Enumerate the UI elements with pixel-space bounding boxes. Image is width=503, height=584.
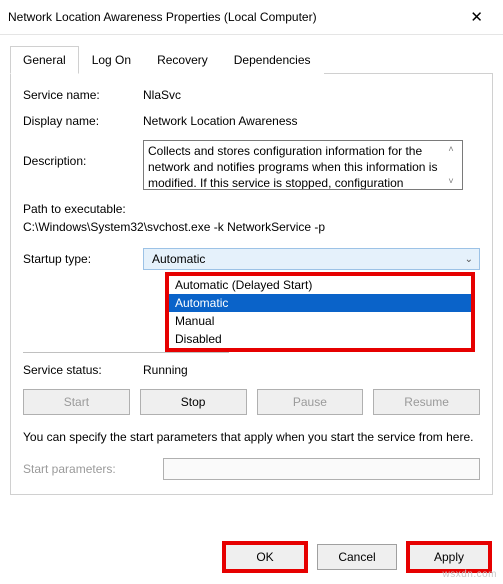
display-name-value: Network Location Awareness — [143, 114, 480, 128]
tab-logon[interactable]: Log On — [79, 46, 144, 74]
description-box: Collects and stores configuration inform… — [143, 140, 463, 190]
description-text: Collects and stores configuration inform… — [148, 143, 444, 187]
pause-button: Pause — [257, 389, 364, 415]
apply-button[interactable]: Apply — [409, 544, 489, 570]
startup-type-label: Startup type: — [23, 252, 143, 266]
titlebar: Network Location Awareness Properties (L… — [0, 0, 503, 35]
tab-strip: General Log On Recovery Dependencies — [10, 45, 493, 74]
description-label: Description: — [23, 140, 143, 168]
option-disabled[interactable]: Disabled — [169, 330, 471, 348]
tab-general[interactable]: General — [10, 46, 79, 74]
cancel-button[interactable]: Cancel — [317, 544, 397, 570]
scroll-up-icon[interactable]: ˄ — [448, 144, 453, 154]
resume-button: Resume — [373, 389, 480, 415]
watermark: wsxdn.com — [442, 569, 497, 580]
startup-type-value: Automatic — [152, 252, 205, 266]
option-manual[interactable]: Manual — [169, 312, 471, 330]
option-automatic-delayed[interactable]: Automatic (Delayed Start) — [169, 276, 471, 294]
tab-recovery[interactable]: Recovery — [144, 46, 221, 74]
start-button: Start — [23, 389, 130, 415]
start-params-input — [163, 458, 480, 480]
display-name-label: Display name: — [23, 114, 143, 128]
service-status-value: Running — [143, 363, 480, 377]
close-icon[interactable]: ✕ — [462, 8, 491, 26]
description-scrollbar[interactable]: ˄ ˅ — [444, 143, 458, 187]
service-name-value: NlaSvc — [143, 88, 480, 102]
dialog-footer: OK Cancel Apply — [225, 544, 489, 570]
start-params-hint: You can specify the start parameters tha… — [23, 429, 480, 446]
stop-button[interactable]: Stop — [140, 389, 247, 415]
window-title: Network Location Awareness Properties (L… — [8, 10, 317, 24]
option-automatic[interactable]: Automatic — [169, 294, 471, 312]
path-label: Path to executable: — [23, 202, 480, 216]
startup-type-dropdown: Automatic (Delayed Start) Automatic Manu… — [165, 272, 475, 352]
scroll-down-icon[interactable]: ˅ — [448, 176, 453, 186]
service-name-label: Service name: — [23, 88, 143, 102]
startup-type-combobox[interactable]: Automatic ⌄ — [143, 248, 480, 270]
service-status-label: Service status: — [23, 363, 143, 377]
chevron-down-icon: ⌄ — [465, 254, 473, 265]
start-params-label: Start parameters: — [23, 462, 163, 476]
divider — [23, 352, 229, 353]
content-area: General Log On Recovery Dependencies Ser… — [0, 35, 503, 505]
ok-button[interactable]: OK — [225, 544, 305, 570]
path-value: C:\Windows\System32\svchost.exe -k Netwo… — [23, 220, 480, 234]
tab-panel-general: Service name: NlaSvc Display name: Netwo… — [10, 74, 493, 495]
tab-dependencies[interactable]: Dependencies — [221, 46, 324, 74]
